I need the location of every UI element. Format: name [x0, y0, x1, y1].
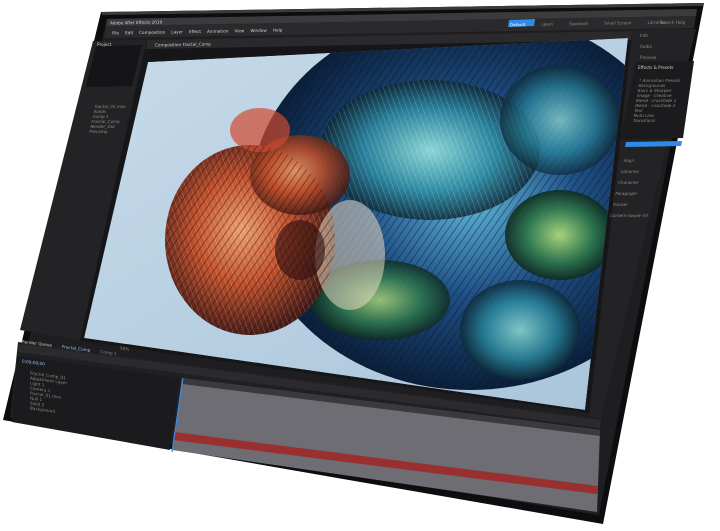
monitor-scene: [3, 3, 704, 524]
workspace-tab-active[interactable]: [508, 19, 535, 27]
effect-selected-row[interactable]: [625, 141, 682, 147]
